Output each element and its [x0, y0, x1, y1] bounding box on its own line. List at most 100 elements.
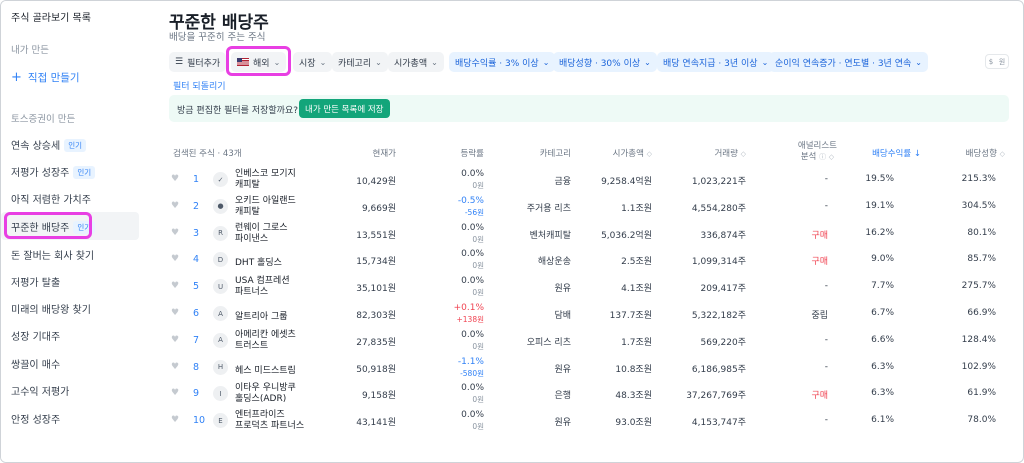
heart-icon[interactable]: ♥ — [171, 281, 179, 291]
stock-change: 0.0% 0원 — [461, 169, 484, 192]
header-yield[interactable]: 배당수익률 ↓ — [872, 147, 921, 159]
sidebar-item[interactable]: 저평가 탈출 — [11, 274, 60, 289]
analyst-rating: - — [824, 361, 828, 372]
sidebar-item[interactable]: 쌍끌이 매수 — [11, 356, 60, 371]
stock-volume: 209,417주 — [700, 284, 747, 295]
stock-name[interactable]: 아메리칸 에셋츠 트러스트 — [235, 330, 296, 352]
table-row[interactable]: ♥ 4 D DHT 홀딩스 15,734원 0.0% 0원 해상운송 2.5조원 1,099,31… — [169, 247, 1009, 273]
stock-name[interactable]: DHT 홀딩스 — [235, 255, 282, 268]
sidebar-item[interactable]: 연속 상승세 인기 — [11, 137, 86, 152]
sidebar-item[interactable]: 저평가 성장주 인기 — [11, 164, 96, 179]
stock-name[interactable]: 이타우 우니방쿠 홀딩스(ADR) — [235, 383, 296, 405]
stock-name-line2: 캐피탈 — [235, 180, 260, 190]
create-list-button[interactable]: + 직접 만들기 — [11, 70, 80, 85]
sidebar-item-label: 안정 성장주 — [11, 415, 61, 426]
header-payout[interactable]: 배당성향 ◇ — [966, 147, 1005, 159]
stock-name[interactable]: 런웨이 그로스 파이낸스 — [235, 223, 288, 245]
header-price[interactable]: 현재가 — [373, 147, 396, 159]
sidebar-item[interactable]: 미래의 배당왕 찾기 — [11, 301, 91, 316]
sidebar-item-label: 연속 상승세 — [11, 141, 61, 152]
yield-filter-chip[interactable]: 배당수익률 · 3% 이상 ⌄ — [449, 52, 556, 72]
dividend-streak-filter-chip[interactable]: 배당 연속지급 · 3년 이상 ⌄ — [657, 52, 775, 72]
stock-price: 35,101원 — [356, 284, 396, 295]
table-row[interactable]: ♥ 3 R 런웨이 그로스 파이낸스 13,551원 0.0% 0원 벤처캐피탈 5,036.2억… — [169, 221, 1009, 247]
add-filter-button[interactable]: ☰ 필터추가 — [169, 52, 227, 72]
table-row[interactable]: ♥ 6 A 알트리아 그룹 82,303원 +0.1% +138원 담배 137.7조원 5,32… — [169, 301, 1009, 327]
chevron-down-icon: ⌄ — [761, 57, 769, 67]
payout-ratio: 304.5% — [961, 200, 996, 211]
table-row[interactable]: ♥ 7 A 아메리칸 에셋츠 트러스트 27,835원 0.0% 0원 오피스 리츠 1.7조원 5… — [169, 328, 1009, 354]
save-to-my-lists-button[interactable]: 내가 만든 목록에 저장 — [299, 99, 390, 118]
header-volume-label: 거래량 — [714, 149, 738, 159]
table-row[interactable]: ♥ 9 I 이타우 우니방쿠 홀딩스(ADR) 9,158원 0.0% 0원 은행 48.3조원 3… — [169, 381, 1009, 407]
sidebar-item[interactable]: 아직 저렴한 가치주 — [11, 191, 91, 206]
stock-rank: 9 — [193, 388, 200, 400]
header-category[interactable]: 카테고리 — [540, 147, 571, 159]
sort-icon: ◇ — [828, 153, 835, 161]
stock-price: 15,734원 — [356, 257, 396, 268]
heart-icon[interactable]: ♥ — [171, 362, 179, 372]
heart-icon[interactable]: ♥ — [171, 201, 179, 211]
stock-name[interactable]: 엔터프라이즈 프로덕츠 파트너스 — [235, 410, 304, 432]
heart-icon[interactable]: ♥ — [171, 254, 179, 264]
market-filter-chip[interactable]: 시장 ⌄ — [293, 52, 333, 72]
stock-name[interactable]: 인베스코 모기지 캐피탈 — [235, 169, 296, 191]
payout-ratio: 102.9% — [961, 361, 996, 372]
stock-logo: D — [213, 252, 228, 268]
table-row[interactable]: ♥ 2 ● 오키드 아일랜드 캐피탈 9,669원 -0.5% -56원 주거용 리츠 1.1조원… — [169, 194, 1009, 220]
dividend-yield: 6.1% — [871, 415, 894, 426]
table-row[interactable]: ♥ 10 E 엔터프라이즈 프로덕츠 파트너스 43,141원 0.0% 0원 원유 93.0조원… — [169, 408, 1009, 434]
analyst-rating: 중립 — [811, 311, 828, 321]
dividend-yield: 9.0% — [871, 254, 894, 265]
stock-name[interactable]: 헤스 미드스트림 — [235, 363, 296, 376]
heart-icon[interactable]: ♥ — [171, 228, 179, 238]
sidebar-item[interactable]: 고수익 저평가 — [11, 383, 69, 398]
sort-icon: ◇ — [646, 150, 652, 158]
stock-rank: 1 — [193, 174, 200, 185]
header-volume[interactable]: 거래량 ◇ — [714, 147, 746, 159]
category-filter-chip[interactable]: 카테고리 ⌄ — [332, 52, 388, 72]
stock-name[interactable]: 알트리아 그룹 — [235, 309, 288, 322]
stock-price: 9,669원 — [361, 203, 396, 214]
sidebar-item[interactable]: 안정 성장주 — [11, 411, 60, 426]
change-percent: 0.0% — [461, 249, 484, 260]
stock-volume: 4,153,747주 — [691, 418, 746, 429]
sidebar-item-label: 아직 저렴한 가치주 — [11, 195, 91, 206]
stock-rank: 3 — [193, 227, 200, 239]
table-row[interactable]: ♥ 5 U USA 컴프레션 파트너스 35,101원 0.0% 0원 원유 4.1조원 209,4… — [169, 274, 1009, 300]
heart-icon[interactable]: ♥ — [171, 415, 179, 425]
stock-mcap: 9,258.4억원 — [601, 177, 652, 187]
sidebar-item[interactable]: 성장 기대주 — [11, 328, 60, 343]
analyst-rating: - — [824, 415, 828, 426]
currency-toggle[interactable]: $ 원 — [985, 54, 1009, 69]
stock-category: 벤처캐피탈 — [529, 230, 571, 241]
header-change[interactable]: 등락률 — [461, 147, 484, 159]
heart-icon[interactable]: ♥ — [171, 388, 179, 398]
stock-logo: ✓ — [213, 172, 228, 187]
income-growth-filter-chip[interactable]: 순이익 연속증가 · 연도별 · 3년 연속 ⌄ — [769, 52, 928, 72]
table-row[interactable]: ♥ 8 H 헤스 미드스트림 50,918원 -1.1% -580원 원유 10.8조원 6,18… — [169, 355, 1009, 381]
header-mcap[interactable]: 시가총액 ◇ — [613, 147, 652, 159]
header-analyst[interactable]: 애널리스트 분석 ⓘ ◇ — [798, 141, 837, 163]
sidebar-header: 주식 골라보기 목록 — [11, 13, 91, 24]
stock-change: 0.0% 0원 — [461, 330, 484, 353]
stock-name[interactable]: 오키드 아일랜드 캐피탈 — [235, 196, 296, 218]
mcap-filter-chip[interactable]: 시가총액 ⌄ — [388, 52, 444, 72]
header-yield-label: 배당수익률 — [872, 149, 912, 159]
change-percent: -0.5% — [457, 195, 484, 206]
table-row[interactable]: ♥ 1 ✓ 인베스코 모기지 캐피탈 10,429원 0.0% 0원 금융 9,258.4억원 1,… — [169, 167, 1009, 193]
heart-icon[interactable]: ♥ — [171, 308, 179, 318]
stock-name[interactable]: USA 컴프레션 파트너스 — [235, 276, 290, 298]
sidebar-item[interactable]: 돈 잘버는 회사 찾기 — [11, 247, 94, 262]
stock-name-line1: 이타우 우니방쿠 — [235, 383, 296, 394]
reset-filters-link[interactable]: 필터 되돌리기 — [173, 79, 226, 92]
highlight-box — [226, 46, 291, 76]
dividend-yield: 19.5% — [865, 174, 894, 184]
payout-filter-chip[interactable]: 배당성향 · 30% 이상 ⌄ — [553, 52, 657, 72]
add-filter-label: 필터추가 — [187, 58, 221, 69]
heart-icon[interactable]: ♥ — [171, 174, 179, 184]
yield-filter-label: 배당수익률 · 3% 이상 — [455, 58, 539, 69]
heart-icon[interactable]: ♥ — [171, 335, 179, 345]
stock-mcap: 48.3조원 — [615, 391, 652, 402]
stock-mcap: 2.5조원 — [621, 257, 652, 268]
